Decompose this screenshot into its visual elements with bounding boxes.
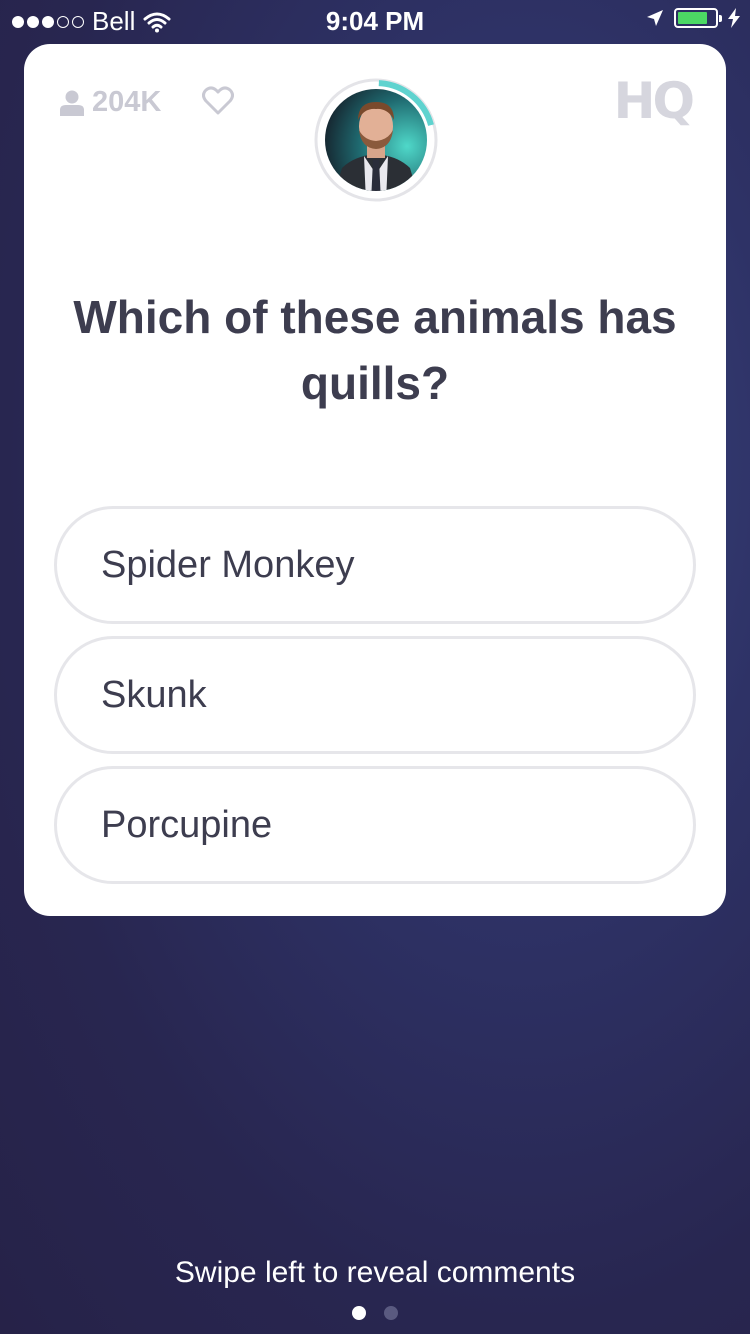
viewer-count-value: 204K [92, 86, 162, 118]
question-card: 204K HQ Which of these animals has quill… [24, 44, 726, 916]
battery-icon [674, 8, 722, 28]
viewer-count: 204K [60, 86, 161, 119]
answer-option-2[interactable]: Skunk [54, 636, 696, 754]
answer-option-1[interactable]: Spider Monkey [54, 506, 696, 624]
page-indicator[interactable] [0, 1306, 750, 1320]
charging-bolt-icon [728, 8, 740, 28]
page-dot-2[interactable] [384, 1306, 398, 1320]
heart-icon[interactable] [202, 86, 234, 116]
page-dot-1[interactable] [352, 1306, 366, 1320]
location-arrow-icon [647, 10, 663, 26]
question-text: Which of these animals has quills? [73, 291, 677, 409]
swipe-hint: Swipe left to reveal comments [174, 1256, 576, 1289]
battery-level [678, 12, 707, 24]
answer-option-3[interactable]: Porcupine [54, 766, 696, 884]
status-bar: Bell 9:04 PM [0, 0, 750, 40]
person-icon [60, 90, 84, 116]
hq-logo: HQ [613, 72, 695, 130]
status-time: 9:04 PM [325, 6, 425, 36]
host-avatar [314, 78, 438, 202]
status-right [646, 8, 740, 28]
battery-nub [719, 15, 722, 22]
